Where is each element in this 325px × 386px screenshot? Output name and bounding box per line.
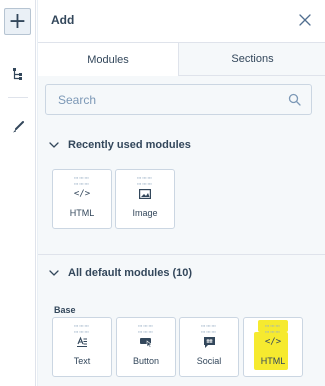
module-card-text[interactable]: ⋯⋯⋯ ⋯⋯⋯ Text: [52, 317, 112, 377]
tab-bar: Modules Sections: [38, 42, 325, 76]
chevron-down-icon: [49, 270, 59, 276]
drag-handle-icon: ⋯⋯⋯ ⋯⋯⋯: [201, 322, 217, 336]
drag-handle-icon: ⋯⋯⋯ ⋯⋯⋯: [265, 322, 281, 336]
search-input[interactable]: [58, 85, 278, 114]
recent-modules-title: Recently used modules: [68, 139, 191, 151]
close-icon[interactable]: [298, 13, 312, 27]
tree-icon: [12, 67, 22, 80]
module-card-html[interactable]: ⋯⋯⋯ ⋯⋯⋯ </> HTML: [243, 317, 303, 377]
drag-handle-icon: ⋯⋯⋯ ⋯⋯⋯: [138, 322, 154, 336]
tab-modules[interactable]: Modules: [38, 42, 179, 76]
add-panel-button[interactable]: +: [4, 8, 31, 35]
module-label: HTML: [260, 356, 286, 366]
module-card-social[interactable]: ⋯⋯⋯ ⋯⋯⋯ Social: [179, 317, 239, 377]
section-divider: [38, 254, 325, 255]
drag-handle-icon: ⋯⋯⋯ ⋯⋯⋯: [74, 174, 90, 188]
search-box: [45, 84, 312, 115]
layers-button[interactable]: [4, 60, 31, 87]
module-card-button[interactable]: ⋯⋯⋯ ⋯⋯⋯ Button: [116, 317, 176, 377]
module-card-html-recent[interactable]: ⋯⋯⋯ ⋯⋯⋯ </> HTML: [52, 169, 112, 229]
search-area: [38, 76, 325, 124]
panel-header: Add: [38, 0, 325, 42]
brush-icon: [12, 120, 24, 132]
panel-title: Add: [51, 13, 75, 27]
group-label-base: Base: [54, 305, 76, 315]
code-icon: </>: [73, 189, 91, 199]
recent-modules-toggle[interactable]: Recently used modules: [48, 139, 191, 151]
module-label: Button: [132, 356, 160, 366]
plus-icon: +: [8, 8, 27, 34]
module-card-image[interactable]: ⋯⋯⋯ ⋯⋯⋯ Image: [115, 169, 175, 229]
module-label: HTML: [69, 208, 95, 218]
module-label: Social: [196, 356, 222, 366]
add-panel: Add Modules Sections Recently used modul…: [37, 0, 325, 386]
chevron-down-icon: [49, 142, 59, 148]
drag-handle-icon: ⋯⋯⋯ ⋯⋯⋯: [74, 322, 90, 336]
modules-list: Recently used modules ⋯⋯⋯ ⋯⋯⋯ </> HTML ⋯⋯…: [38, 124, 325, 386]
all-modules-title: All default modules (10): [68, 267, 193, 279]
all-modules-toggle[interactable]: All default modules (10): [48, 267, 192, 279]
tab-sections[interactable]: Sections: [179, 42, 325, 76]
button-icon: [117, 335, 175, 349]
image-icon: [116, 187, 174, 201]
code-icon: </>: [264, 337, 282, 347]
drag-handle-icon: ⋯⋯⋯ ⋯⋯⋯: [137, 174, 153, 188]
rail-divider: [8, 97, 28, 98]
text-icon: [53, 335, 111, 349]
left-rail: +: [0, 0, 36, 386]
design-button[interactable]: [4, 113, 31, 140]
social-icon: [180, 335, 238, 349]
module-label: Image: [132, 208, 158, 218]
module-label: Text: [73, 356, 91, 366]
search-icon[interactable]: [288, 93, 301, 106]
